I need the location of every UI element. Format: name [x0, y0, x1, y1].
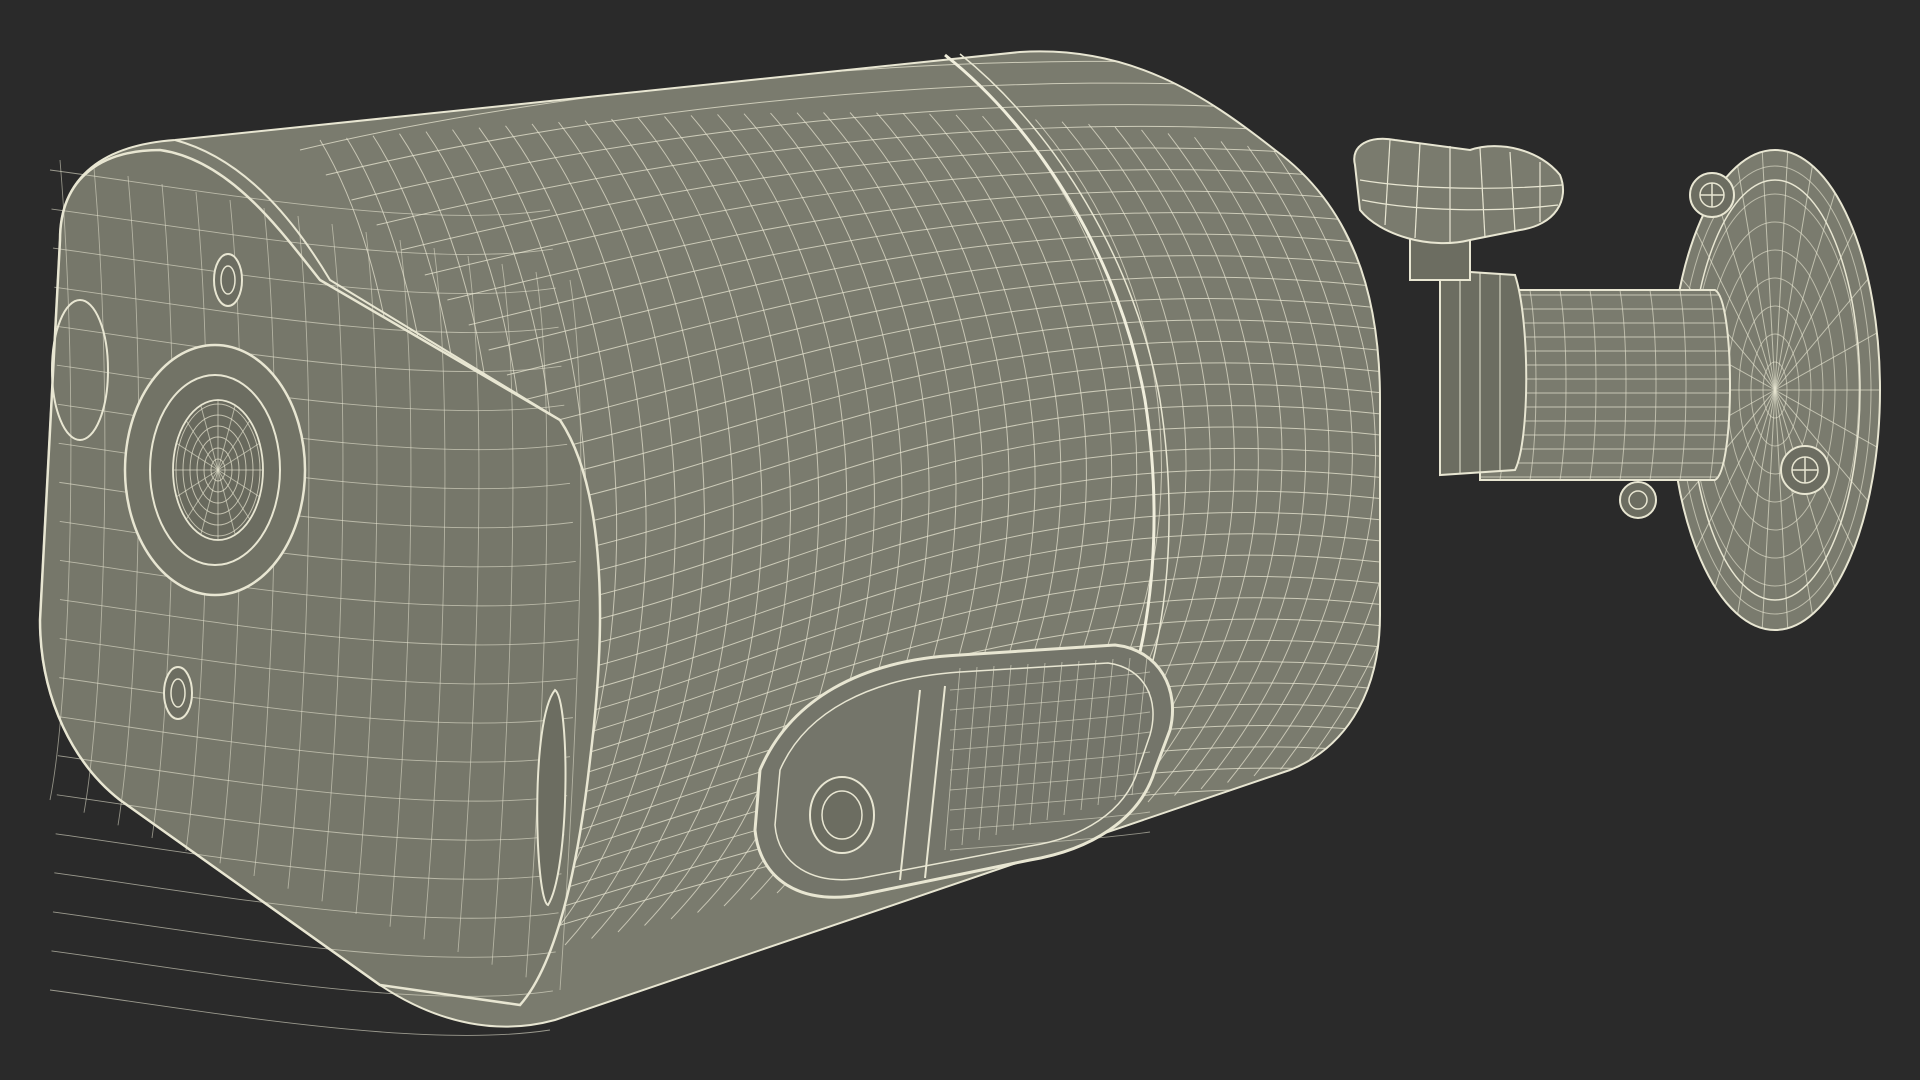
microphone-hole-icon [163, 666, 193, 720]
adjustment-knob-icon [1353, 137, 1565, 281]
camera-lens-icon [123, 343, 307, 597]
reset-button-icon [809, 776, 875, 854]
indicator-light-icon [213, 253, 243, 307]
camera-body [38, 50, 1381, 1036]
screw-head-icon [1780, 445, 1830, 495]
screw-head-icon [1689, 172, 1735, 218]
render-viewport [0, 0, 1920, 1080]
screw-head-icon [1619, 481, 1657, 519]
mount-joint [1439, 268, 1528, 477]
camera-wireframe-render [38, 50, 1881, 1036]
wall-mount [1353, 137, 1881, 631]
